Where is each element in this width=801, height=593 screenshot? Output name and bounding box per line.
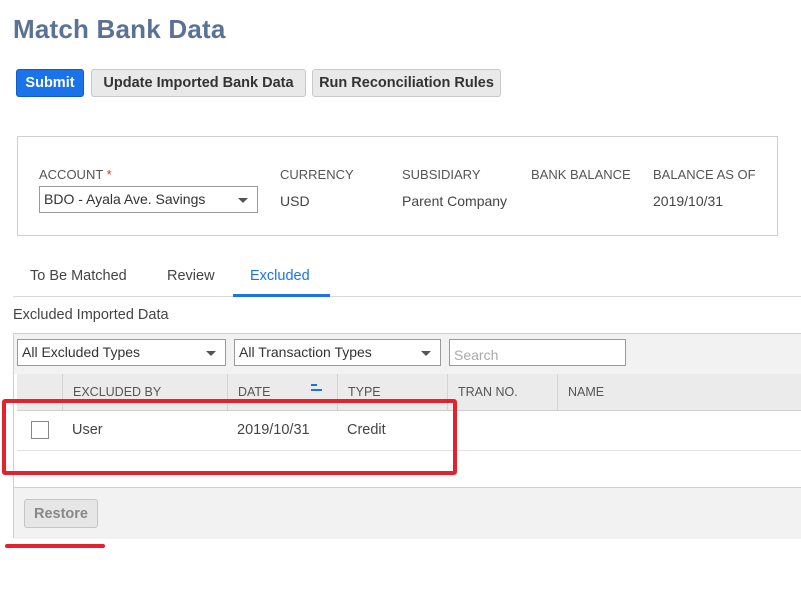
column-header-date[interactable]: DATE xyxy=(227,374,337,410)
column-header-type[interactable]: TYPE xyxy=(337,374,447,410)
active-tab-indicator xyxy=(233,294,330,297)
bank-balance-label: BANK BALANCE xyxy=(531,167,631,182)
sort-icon xyxy=(311,384,322,392)
tab-review[interactable]: Review xyxy=(167,268,215,284)
chevron-down-icon xyxy=(421,351,431,356)
column-header-excluded-by[interactable]: EXCLUDED BY xyxy=(62,374,227,410)
tab-divider xyxy=(13,296,801,297)
column-header-name[interactable]: NAME xyxy=(557,374,801,410)
balance-as-of-value: 2019/10/31 xyxy=(653,193,724,209)
search-input[interactable] xyxy=(449,339,626,366)
excluded-types-select[interactable]: All Excluded Types xyxy=(17,339,226,366)
select-column-header xyxy=(17,374,62,410)
cell-date: 2019/10/31 xyxy=(237,422,310,438)
account-label: ACCOUNT * xyxy=(39,167,112,182)
chevron-down-icon xyxy=(206,351,216,356)
section-title: Excluded Imported Data xyxy=(13,307,169,323)
tab-excluded[interactable]: Excluded xyxy=(250,268,310,284)
account-label-text: ACCOUNT xyxy=(39,167,104,182)
table-header: EXCLUDED BY DATE TYPE TRAN NO. NAME xyxy=(17,374,801,411)
currency-label: CURRENCY xyxy=(280,167,354,182)
column-header-tran-no[interactable]: TRAN NO. xyxy=(447,374,557,410)
annotation-underline xyxy=(5,544,105,548)
subsidiary-label: SUBSIDIARY xyxy=(402,167,481,182)
currency-value: USD xyxy=(280,193,310,209)
filter-bar: All Excluded Types All Transaction Types xyxy=(14,334,801,374)
balance-as-of-label: BALANCE AS OF xyxy=(653,167,756,182)
transaction-types-select[interactable]: All Transaction Types xyxy=(234,339,441,366)
chevron-down-icon xyxy=(238,198,248,203)
account-select-value: BDO - Ayala Ave. Savings xyxy=(44,191,206,207)
excluded-data-panel: All Excluded Types All Transaction Types… xyxy=(13,333,801,539)
excluded-types-value: All Excluded Types xyxy=(22,344,141,360)
run-reconciliation-rules-button[interactable]: Run Reconciliation Rules xyxy=(312,69,501,97)
submit-button[interactable]: Submit xyxy=(16,69,84,97)
panel-footer: Restore xyxy=(14,487,801,539)
cell-type: Credit xyxy=(347,422,386,438)
account-select[interactable]: BDO - Ayala Ave. Savings xyxy=(39,186,258,213)
table-row: User 2019/10/31 Credit xyxy=(17,411,801,451)
restore-button[interactable]: Restore xyxy=(24,499,98,528)
required-mark: * xyxy=(106,167,112,182)
subsidiary-value: Parent Company xyxy=(402,193,508,209)
update-imported-bank-data-button[interactable]: Update Imported Bank Data xyxy=(91,69,306,97)
page-title: Match Bank Data xyxy=(13,14,226,44)
tab-to-be-matched[interactable]: To Be Matched xyxy=(30,268,127,284)
cell-excluded-by: User xyxy=(72,422,103,438)
transaction-types-value: All Transaction Types xyxy=(239,344,372,360)
column-header-date-label: DATE xyxy=(238,385,271,399)
account-summary-panel: ACCOUNT * BDO - Ayala Ave. Savings CURRE… xyxy=(17,136,778,236)
row-select-checkbox[interactable] xyxy=(31,421,49,439)
